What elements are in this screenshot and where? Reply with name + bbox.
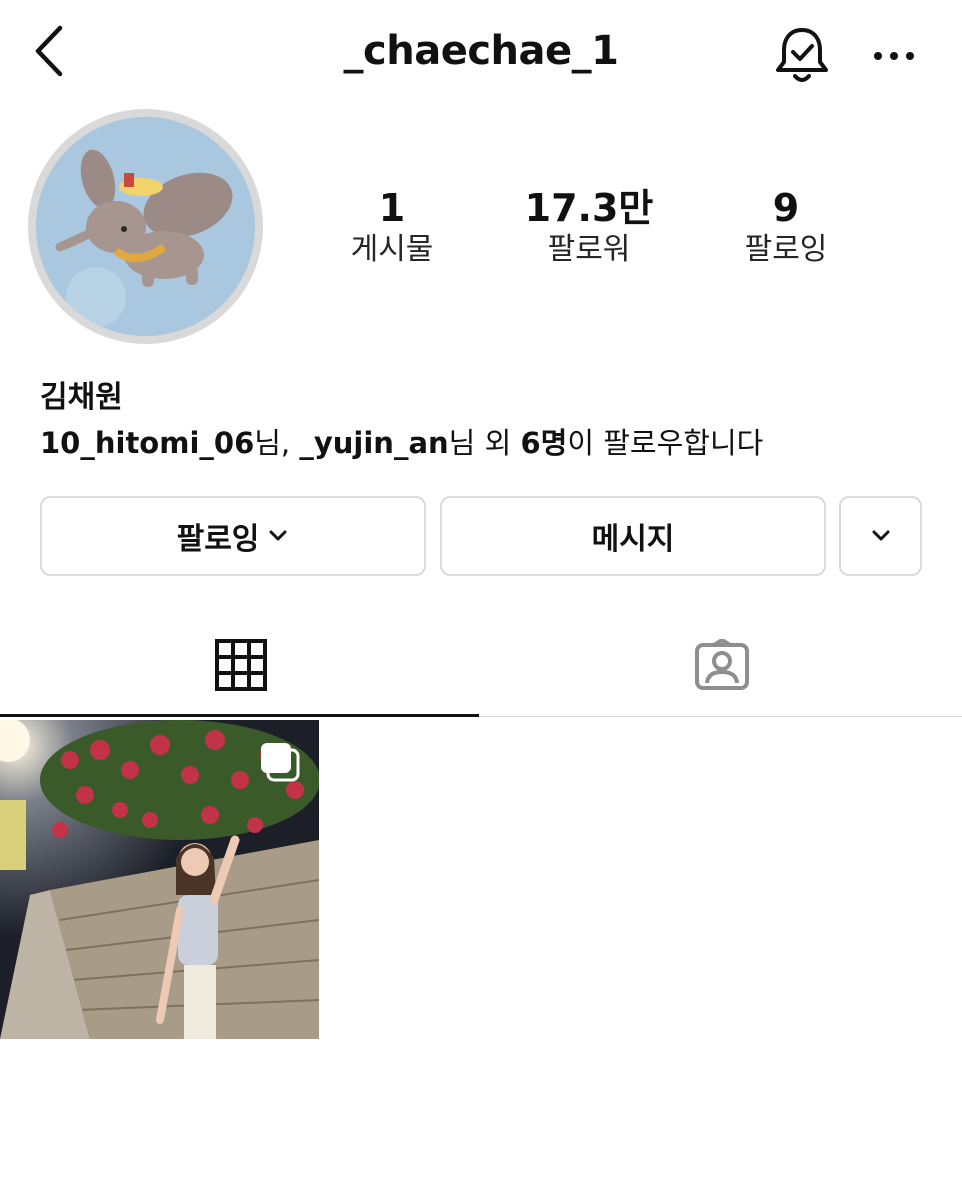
followed-by-text[interactable]: 10_hitomi_06님, _yujin_an님 외 6명이 팔로우합니다 [40,420,763,462]
carousel-icon [261,743,300,782]
tagged-person-icon [695,639,749,690]
stat-following[interactable]: 9 팔로잉 [696,186,876,270]
chevron-down-icon [269,530,287,541]
active-tab-indicator [0,714,479,717]
posts-label: 게시물 [350,232,434,267]
tab-posts-grid[interactable] [0,612,480,718]
profile-name: 김채원 [40,380,123,415]
following-count: 9 [772,186,800,230]
following-button[interactable]: 팔로잉 [40,496,426,576]
tab-divider [479,716,962,717]
post-thumbnail[interactable] [0,720,319,1039]
posts-count: 1 [378,186,406,230]
message-button[interactable]: 메시지 [440,496,826,576]
followed-by-suffix-1: 님, [254,426,300,460]
more-options-button[interactable] [868,38,920,74]
following-button-label: 팔로잉 [176,522,260,557]
tab-tagged[interactable] [480,612,962,718]
followed-by-count: 6명 [520,426,568,460]
avatar[interactable] [28,109,263,344]
followers-label: 팔로워 [547,232,631,267]
stat-followers[interactable]: 17.3만 팔로워 [499,186,679,270]
bell-check-icon [776,28,828,82]
message-button-label: 메시지 [591,522,675,557]
chevron-down-icon [872,530,889,541]
following-label: 팔로잉 [744,232,828,267]
avatar-image [36,117,255,336]
follower-link-2[interactable]: _yujin_an [299,426,448,460]
notifications-button[interactable] [772,24,832,86]
elephant-illustration [36,117,255,336]
stat-posts[interactable]: 1 게시물 [302,186,482,270]
followed-by-suffix-3: 이 팔로우합니다 [567,426,764,460]
follower-link-1[interactable]: 10_hitomi_06 [40,426,254,460]
suggested-users-button[interactable] [839,496,922,576]
followed-by-suffix-2: 님 외 [448,426,521,460]
followers-count: 17.3만 [524,186,654,230]
grid-icon [215,639,267,691]
more-horizontal-icon [874,52,914,60]
